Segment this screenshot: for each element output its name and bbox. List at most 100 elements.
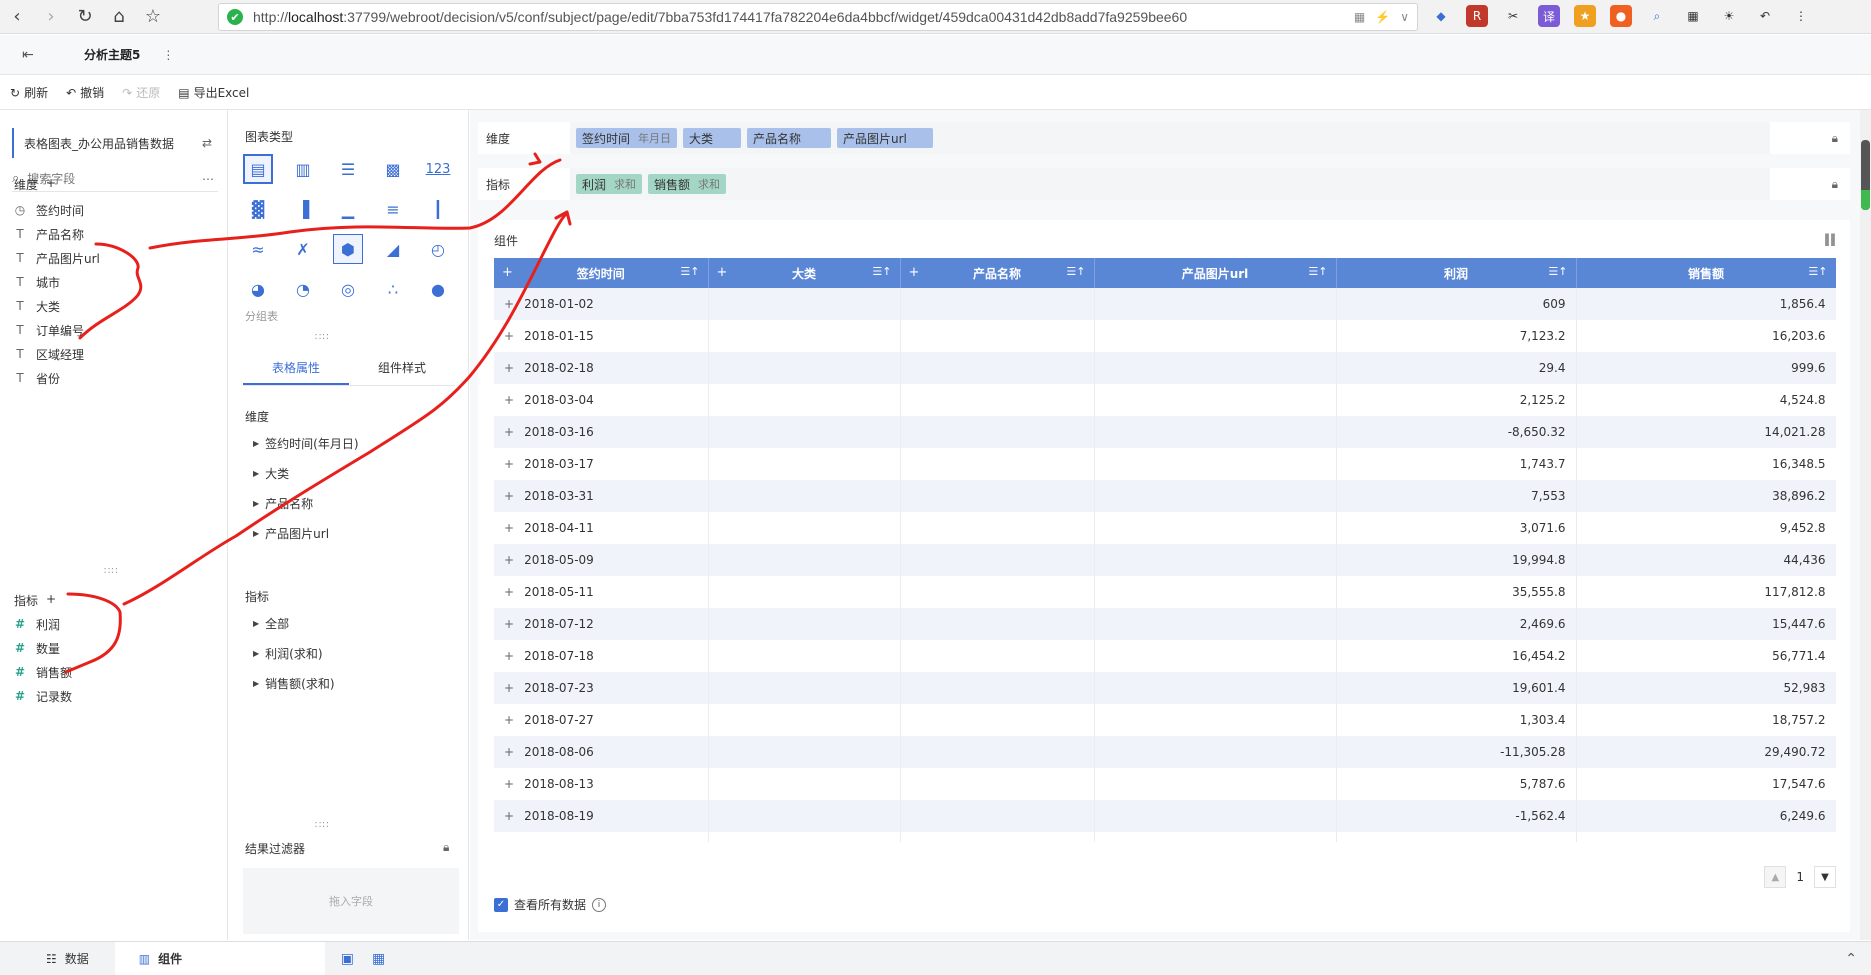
group-table-icon[interactable]: ▤ [243, 154, 273, 184]
table-row[interactable]: +2018-08-19 -1,562.4 6,249.6 [494, 800, 1836, 832]
table-row[interactable]: +2018-05-09 19,994.8 44,436 [494, 544, 1836, 576]
table-row[interactable]: +2018-07-27 1,303.4 18,757.2 [494, 704, 1836, 736]
measure-drop-zone[interactable]: 利润 求和 销售额 求和 [570, 168, 1770, 200]
reload-icon[interactable]: ↻ [68, 0, 102, 34]
chevron-down-icon[interactable]: ∨ [1400, 10, 1409, 24]
vertical-scrollbar[interactable] [1860, 110, 1871, 940]
prop-item[interactable]: ▶ 产品名称 [253, 488, 359, 518]
field-item[interactable]: # 记录数 [14, 684, 72, 708]
scissors-icon[interactable]: ✂ [1502, 5, 1524, 27]
export-excel-button[interactable]: ▤ 导出Excel [178, 84, 249, 101]
dimension-drop-zone[interactable]: 签约时间 年月日 大类 产品名称 产品图片url [570, 122, 1770, 154]
table-row[interactable]: +2018-01-15 7,123.2 16,203.6 [494, 320, 1836, 352]
add-dimension-icon[interactable]: + [46, 176, 56, 193]
redo-button[interactable]: ↷ 还原 [122, 84, 160, 101]
prop-item[interactable]: ▶ 产品图片url [253, 518, 359, 548]
qr-icon[interactable]: ▦ [1354, 10, 1365, 24]
expand-row-icon[interactable]: + [504, 617, 514, 631]
sort-icon[interactable]: ☰↑ [1808, 265, 1827, 278]
column-header[interactable]: 产品图片url ☰↑ [1094, 258, 1337, 288]
bubble-chart-icon[interactable]: ● [423, 274, 453, 304]
stamp-icon[interactable]: R [1466, 5, 1488, 27]
expand-row-icon[interactable]: + [504, 585, 514, 599]
custom-chart-icon[interactable]: ⬢ [333, 234, 363, 264]
expand-row-icon[interactable]: + [504, 297, 514, 311]
lock-icon[interactable]: 🔒︎ [443, 840, 449, 855]
stacked-bar-icon[interactable]: ▓ [243, 194, 273, 224]
kpi-number-icon[interactable]: 123 [423, 154, 453, 184]
column-header[interactable]: + 签约时间 ☰↑ [494, 258, 709, 288]
expand-row-icon[interactable]: + [504, 489, 514, 503]
back-icon[interactable]: ‹ [0, 0, 34, 34]
search-icon[interactable]: ⌕ [1646, 5, 1668, 27]
measure-pill[interactable]: 利润 求和 [576, 174, 643, 194]
prop-item[interactable]: ▶ 销售额(求和) [253, 668, 335, 698]
tab-table-properties[interactable]: 表格属性 [243, 352, 349, 385]
translate-icon[interactable]: 译 [1538, 5, 1560, 27]
collapse-icon[interactable]: ⌃ [1845, 951, 1857, 967]
sort-icon[interactable]: ☰↑ [872, 265, 891, 278]
field-item[interactable]: T 区域经理 [14, 342, 100, 366]
field-item[interactable]: T 产品图片url [14, 246, 100, 270]
dimension-pill[interactable]: 大类 [683, 128, 742, 148]
expand-all-icon[interactable]: + [909, 265, 920, 280]
table-row[interactable]: +2018-09-02 -640.92 38,263.68 [494, 832, 1836, 842]
lock-icon[interactable]: 🔒︎ [1832, 131, 1838, 146]
pie-chart-icon[interactable]: ◕ [243, 274, 273, 304]
dimension-pill[interactable]: 产品图片url [837, 128, 934, 148]
column-chart-icon[interactable]: ▁ [333, 194, 363, 224]
expand-row-icon[interactable]: + [504, 329, 514, 343]
field-item[interactable]: # 销售额 [14, 660, 72, 684]
expand-row-icon[interactable]: + [504, 361, 514, 375]
home-icon[interactable]: ⌂ [102, 0, 136, 34]
prop-item[interactable]: ▶ 签约时间(年月日) [253, 428, 359, 458]
dimension-pill[interactable]: 签约时间 年月日 [576, 128, 678, 148]
range-bar-icon[interactable]: ┃ [423, 194, 453, 224]
column-settings-icon[interactable]: ‖‖ [1824, 232, 1836, 246]
add-measure-icon[interactable]: + [46, 592, 56, 609]
area-chart-icon[interactable]: ◢ [378, 234, 408, 264]
exit-icon[interactable]: ⇤ [22, 47, 42, 63]
expand-row-icon[interactable]: + [504, 713, 514, 727]
layers-icon[interactable]: ◆ [1430, 5, 1452, 27]
page-title[interactable]: 分析主题5 [84, 46, 140, 63]
next-page-button[interactable]: ▼ [1814, 866, 1836, 888]
table-row[interactable]: +2018-05-11 35,555.8 117,812.8 [494, 576, 1836, 608]
menu-icon[interactable]: ⋮ [1790, 5, 1812, 27]
table-row[interactable]: +2018-04-11 3,071.6 9,452.8 [494, 512, 1836, 544]
grouped-bar-icon[interactable]: ▐ [288, 194, 318, 224]
expand-row-icon[interactable]: + [504, 521, 514, 535]
field-item[interactable]: T 订单编号 [14, 318, 100, 342]
map-chart-icon[interactable]: ◎ [333, 274, 363, 304]
column-header[interactable]: + 产品名称 ☰↑ [900, 258, 1095, 288]
bar-chart-icon[interactable]: ≡ [378, 194, 408, 224]
switch-dataset-icon[interactable]: ⇄ [202, 136, 212, 150]
prev-page-button[interactable]: ▲ [1764, 866, 1787, 888]
expand-row-icon[interactable]: + [504, 745, 514, 759]
star-icon[interactable]: ☆ [136, 0, 170, 34]
panel-splitter-handle[interactable]: ∷∷ [315, 332, 330, 343]
table-row[interactable]: +2018-03-17 1,743.7 16,348.5 [494, 448, 1836, 480]
add-component-icon[interactable]: ▣ [341, 951, 354, 967]
prop-item[interactable]: ▶ 全部 [253, 608, 335, 638]
gamepad-icon[interactable]: ● [1610, 5, 1632, 27]
expand-row-icon[interactable]: + [504, 841, 514, 842]
table-row[interactable]: +2018-08-06 -11,305.28 29,490.72 [494, 736, 1836, 768]
shield-icon[interactable]: ★ [1574, 5, 1596, 27]
undo-button[interactable]: ↶ 撤销 [66, 84, 104, 101]
add-dashboard-icon[interactable]: ▦ [372, 951, 385, 967]
cross-table-icon[interactable]: ▥ [288, 154, 318, 184]
expand-row-icon[interactable]: + [504, 393, 514, 407]
expand-row-icon[interactable]: + [504, 425, 514, 439]
tab-component-style[interactable]: 组件样式 [349, 352, 455, 385]
tab-component[interactable]: ▥ 组件 [114, 941, 325, 975]
table-row[interactable]: +2018-03-04 2,125.2 4,524.8 [494, 384, 1836, 416]
column-header[interactable]: 销售额 ☰↑ [1576, 258, 1836, 288]
column-header[interactable]: 利润 ☰↑ [1336, 258, 1577, 288]
expand-row-icon[interactable]: + [504, 457, 514, 471]
forward-icon[interactable]: › [34, 0, 68, 34]
measure-pill[interactable]: 销售额 求和 [648, 174, 727, 194]
expand-row-icon[interactable]: + [504, 681, 514, 695]
bolt-icon[interactable]: ⚡ [1375, 10, 1390, 24]
panel-splitter-handle[interactable]: ∷∷ [104, 566, 119, 577]
